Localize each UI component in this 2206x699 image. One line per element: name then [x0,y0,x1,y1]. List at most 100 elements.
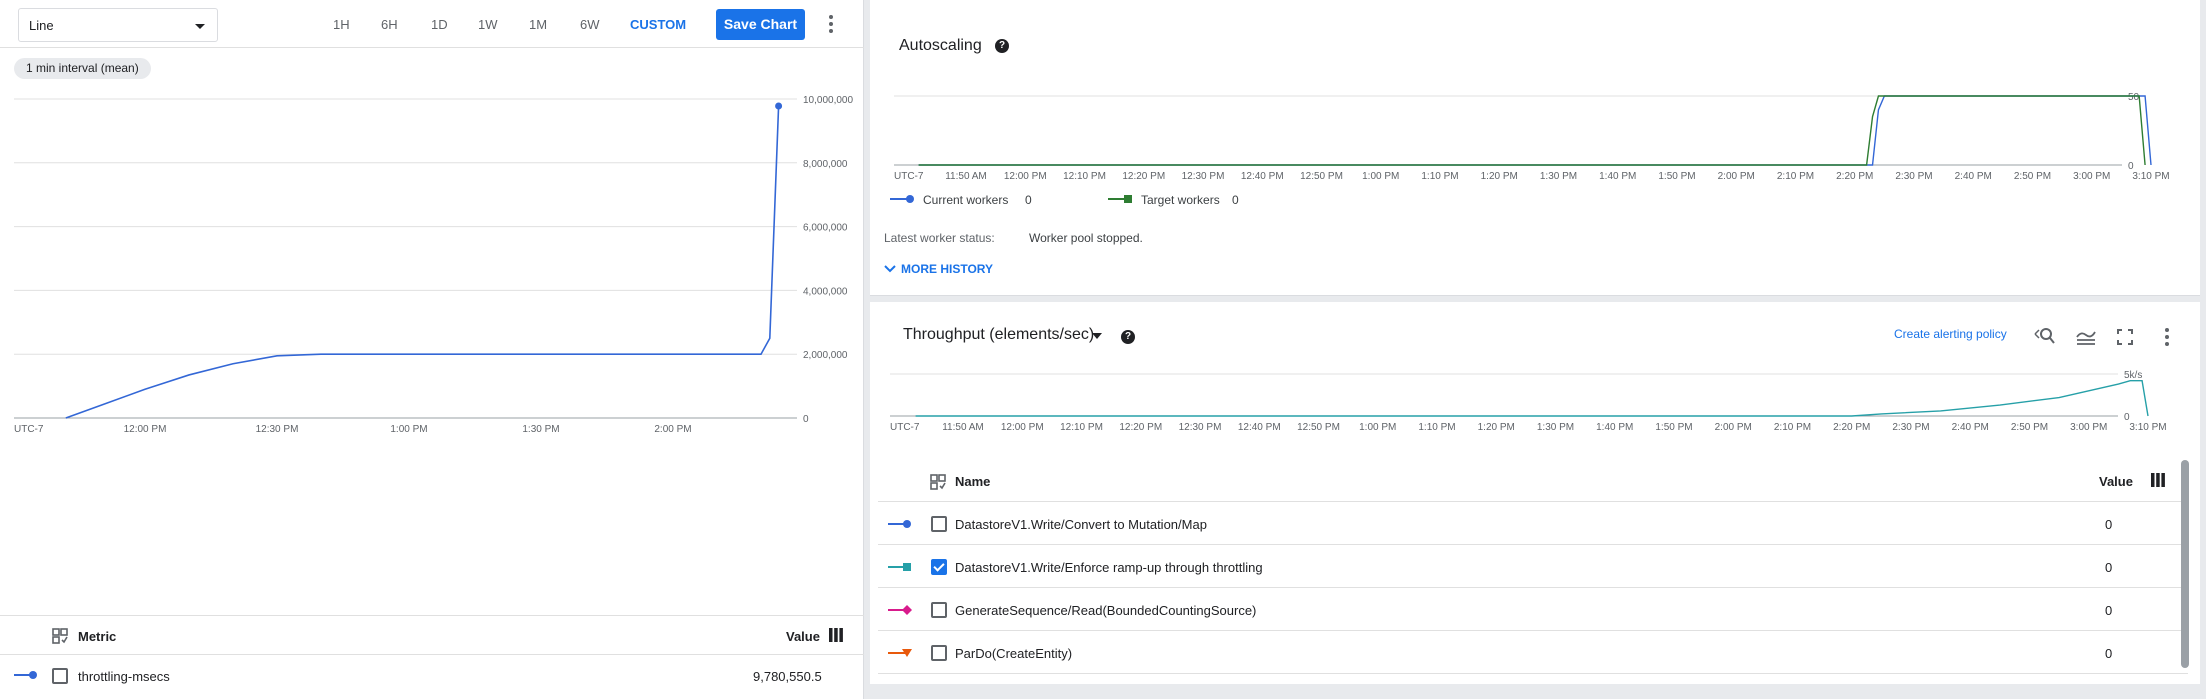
chevron-down-icon [884,265,896,273]
chart-legend-icon[interactable] [2076,329,2096,345]
series-line [65,105,780,419]
autoscaling-card: Autoscaling ? 50 0 UTC-7 11:50 AM 12:00 PM 12… [870,0,2200,296]
series-checkbox[interactable] [931,645,947,661]
x-tick-label: 1:40 PM [1599,171,1636,182]
x-tick-label: UTC-7 [894,171,924,182]
series-line [915,380,2149,417]
zoom-reset-icon[interactable] [2034,327,2056,345]
value-column-header[interactable]: Value [786,629,820,644]
autoscaling-chart[interactable]: 500UTC-7 11:50 AM 12:00 PM 12:10 PM 12:20 PM… [870,80,2200,190]
x-tick-label: 12:40 PM [1241,171,1284,182]
series-line-marker-icon [14,671,37,679]
range-1m[interactable]: 1M [529,17,547,32]
range-1h[interactable]: 1H [333,17,350,32]
x-tick-label: 2:50 PM [2014,171,2051,182]
range-custom[interactable]: CUSTOM [630,17,686,32]
y-tick-label: 5k/s [2124,370,2142,381]
target-workers-marker-icon [1108,195,1132,203]
throughput-chart[interactable]: 5k/s0UTC-7 11:50 AM 12:00 PM 12:10 PM 12:20 … [870,358,2200,432]
table-row[interactable]: ParDo(CreateEntity) 0 [878,632,2188,674]
y-tick-label: 8,000,000 [803,159,848,170]
range-6h[interactable]: 6H [381,17,398,32]
caret-down-icon[interactable] [1092,333,1102,339]
series-line [918,95,2152,166]
x-tick-label: 2:00 PM [654,424,691,435]
name-column-header[interactable]: Name [955,474,990,489]
help-icon[interactable]: ? [995,39,1009,53]
more-vert-icon[interactable] [828,15,834,35]
target-workers-value: 0 [1232,193,1239,207]
more-history-link[interactable]: MORE HISTORY [901,262,993,276]
y-tick-label: 50 [2128,92,2140,103]
worker-status-value: Worker pool stopped. [1029,231,1143,245]
help-icon[interactable]: ? [1121,330,1135,344]
series-line [918,95,2146,166]
x-tick-label: 3:10 PM [2132,171,2169,182]
x-tick-label: 12:00 PM [1004,171,1047,182]
x-tick-label: 12:10 PM [1063,171,1106,182]
chart-type-value: Line [29,18,54,33]
x-tick-label: 1:50 PM [1655,422,1692,432]
x-tick-label: 12:30 PM [1182,171,1225,182]
x-tick-label: 12:40 PM [1238,422,1281,432]
table-row[interactable]: GenerateSequence/Read(BoundedCountingSou… [878,589,2188,631]
value-column-header[interactable]: Value [2099,474,2133,489]
table-row[interactable]: DatastoreV1.Write/Enforce ramp-up throug… [878,546,2188,588]
create-alerting-policy-link[interactable]: Create alerting policy [1894,327,2007,341]
worker-status-label: Latest worker status: [884,231,995,245]
legend-row[interactable]: throttling-msecs 9,780,550.5 [0,656,864,696]
series-checkbox[interactable] [931,602,947,618]
x-tick-label: 2:30 PM [1892,422,1929,432]
x-tick-label: 11:50 AM [945,171,987,182]
x-tick-label: 2:10 PM [1777,171,1814,182]
table-row[interactable]: DatastoreV1.Write/Convert to Mutation/Ma… [878,503,2188,545]
x-tick-label: 3:00 PM [2073,171,2110,182]
series-value: 0 [2105,603,2113,618]
series-name: GenerateSequence/Read(BoundedCountingSou… [955,603,1257,618]
series-value: 0 [2105,517,2113,532]
series-checkbox[interactable] [931,559,947,575]
x-tick-label: 1:20 PM [1481,171,1518,182]
x-tick-label: 2:30 PM [1895,171,1932,182]
x-tick-label: 1:00 PM [390,424,427,435]
y-tick-label: 0 [803,414,809,425]
series-triangle-marker-icon [888,649,912,657]
chart-type-select[interactable]: Line [18,8,218,42]
series-checkbox[interactable] [931,516,947,532]
range-1w[interactable]: 1W [478,17,498,32]
interval-chip[interactable]: 1 min interval (mean) [14,58,151,79]
save-chart-button[interactable]: Save Chart [716,9,805,40]
column-picker-icon[interactable] [52,628,68,644]
columns-icon[interactable] [2150,472,2166,488]
range-6w[interactable]: 6W [580,17,600,32]
x-tick-label: 2:00 PM [1715,422,1752,432]
scrollbar[interactable] [2181,460,2189,668]
series-square-marker-icon [888,563,911,571]
x-tick-label: 2:40 PM [1952,422,1989,432]
x-tick-label: 1:00 PM [1362,171,1399,182]
metric-column-header[interactable]: Metric [78,629,116,644]
x-tick-label: 12:50 PM [1300,171,1343,182]
x-tick-label: 2:40 PM [1955,171,1992,182]
autoscaling-title: Autoscaling [899,37,982,54]
current-workers-marker-icon [890,195,914,203]
x-tick-label: 12:30 PM [1179,422,1222,432]
x-tick-label: 2:10 PM [1774,422,1811,432]
x-tick-label: 12:00 PM [124,424,167,435]
series-circle-marker-icon [888,520,911,528]
series-checkbox[interactable] [52,668,68,684]
x-tick-label: UTC-7 [14,424,44,435]
throughput-title[interactable]: Throughput (elements/sec) [903,326,1094,344]
target-workers-label: Target workers [1141,193,1220,207]
throttling-chart[interactable]: 10,000,000 8,000,000 6,000,000 4,000,000 2,0… [0,85,864,445]
x-tick-label: 1:20 PM [1478,422,1515,432]
y-tick-label: 2,000,000 [803,350,848,361]
range-1d[interactable]: 1D [431,17,448,32]
column-picker-icon[interactable] [930,474,946,490]
metric-chart-panel: Line 1H 6H 1D 1W 1M 6W CUSTOM Save Chart… [0,0,864,699]
legend-header: Metric Value [0,615,864,655]
fullscreen-icon[interactable] [2117,329,2133,345]
columns-icon[interactable] [828,627,844,643]
x-tick-label: 2:20 PM [1833,422,1870,432]
more-vert-icon[interactable] [2164,328,2170,348]
